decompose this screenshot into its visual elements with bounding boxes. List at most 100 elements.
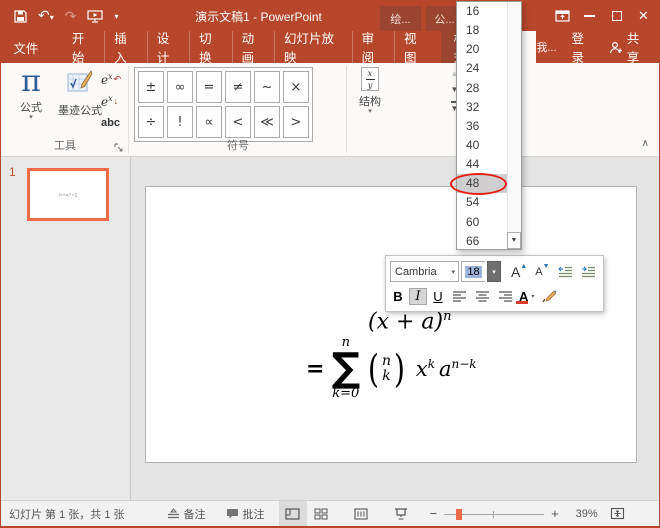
ink-equation-button[interactable]: 墨迹公式 (57, 67, 103, 118)
symbol-greater-than[interactable]: > (283, 106, 309, 138)
tab-animations[interactable]: 动画 (233, 31, 275, 63)
font-size-option[interactable]: 24 (457, 59, 507, 78)
decrease-indent-button[interactable] (555, 261, 576, 282)
symbol-proportional[interactable]: ∝ (196, 106, 222, 138)
close-icon[interactable]: ✕ (630, 1, 657, 31)
symbol-much-less[interactable]: ≪ (254, 106, 280, 138)
font-color-bar (516, 301, 528, 304)
window-controls: ✕ (549, 1, 657, 31)
tab-transitions[interactable]: 切换 (190, 31, 232, 63)
tell-me-box[interactable]: 我... (536, 39, 556, 55)
font-size-option[interactable]: 40 (457, 136, 507, 155)
structures-button[interactable]: x y 结构 ▾ (351, 67, 389, 115)
bold-button[interactable]: B (390, 289, 406, 304)
tab-review[interactable]: 审阅 (353, 31, 395, 63)
term-x: xk (416, 357, 435, 381)
fit-to-window-button[interactable] (604, 501, 632, 526)
chevron-down-icon: ▾ (7, 115, 55, 121)
slide-info: 幻灯片 第 1 张，共 1 张 (9, 506, 125, 522)
slide-sorter-icon (314, 508, 328, 520)
format-painter-button[interactable] (538, 286, 561, 307)
font-color-button[interactable]: A ▾ (519, 291, 534, 302)
dropdown-scrollbar[interactable]: ▼ (507, 2, 521, 249)
font-size-dropdown-button[interactable]: ▾ (487, 261, 501, 282)
share-button[interactable]: 共享 (609, 28, 647, 66)
tab-insert[interactable]: 插入 (105, 31, 147, 63)
sign-in-button[interactable]: 登录 (572, 28, 594, 66)
font-size-option[interactable]: 66 (457, 232, 507, 251)
scroll-down-icon[interactable]: ▼ (507, 232, 521, 249)
undo-button[interactable]: ↶▾ (38, 7, 54, 25)
align-right-button[interactable] (496, 286, 515, 307)
symbol-factorial[interactable]: ! (167, 106, 193, 138)
ribbon-display-options-icon[interactable] (549, 1, 576, 31)
slide-thumbnail[interactable]: (x+a)ⁿ=∑ (27, 168, 109, 221)
align-center-icon (476, 291, 489, 302)
equation-button[interactable]: π 公式 ▾ (7, 67, 55, 121)
tab-home[interactable]: 开始 (63, 31, 105, 63)
symbol-plus-minus[interactable]: ± (138, 71, 164, 103)
symbol-multiply[interactable]: × (283, 71, 309, 103)
notes-button[interactable]: 备注 (167, 506, 206, 522)
font-size-option[interactable]: 16 (457, 2, 507, 21)
professional-button[interactable]: ex ↶ (101, 68, 125, 90)
comments-button[interactable]: 批注 (226, 506, 265, 522)
font-size-option[interactable]: 36 (457, 117, 507, 136)
equation-object[interactable]: (x + a)n = n ∑ k=0 ( nk ) xk (306, 309, 477, 401)
font-size-option[interactable]: 32 (457, 98, 507, 117)
slide-thumbnail-panel: 1 (x+a)ⁿ=∑ (1, 157, 131, 501)
slideshow-view-button[interactable] (387, 501, 415, 526)
symbol-equal[interactable]: = (196, 71, 222, 103)
fit-to-window-icon (610, 507, 625, 520)
maximize-icon[interactable] (603, 1, 630, 31)
symbol-less-than[interactable]: < (225, 106, 251, 138)
ribbon-group-tools: π 公式 ▾ 墨迹公式 ex ↶ ex ↓ ab (1, 63, 129, 156)
font-size-input[interactable]: 18 (461, 261, 485, 282)
tab-slideshow[interactable]: 幻灯片放映 (275, 31, 353, 63)
comments-icon (226, 508, 239, 520)
tab-view[interactable]: 视图 (395, 31, 436, 63)
linear-button[interactable]: ex ↓ (101, 90, 125, 112)
align-center-button[interactable] (473, 286, 492, 307)
zoom-out-icon[interactable]: − (425, 506, 443, 521)
font-size-option[interactable]: 18 (457, 21, 507, 40)
save-icon[interactable] (14, 10, 27, 23)
font-size-option[interactable]: 54 (457, 193, 507, 212)
ribbon-tab-bar: 文件 开始 插入 设计 切换 动画 幻灯片放映 审阅 视图 格式 设计 我...… (1, 31, 659, 63)
collapse-ribbon-icon[interactable]: ∧ (642, 140, 649, 148)
symbol-divide[interactable]: ÷ (138, 106, 164, 138)
slide-sorter-button[interactable] (307, 501, 335, 526)
font-name-combo[interactable]: Cambria ▾ (390, 261, 459, 282)
normal-view-button[interactable] (279, 501, 307, 526)
grow-font-button[interactable]: A▲ (508, 261, 530, 282)
minimize-icon[interactable] (576, 1, 603, 31)
symbol-tilde[interactable]: ~ (254, 71, 280, 103)
increase-indent-button[interactable] (578, 261, 599, 282)
font-size-value: 18 (465, 266, 481, 278)
normal-text-button[interactable]: abc (101, 112, 125, 134)
font-size-option-highlighted[interactable]: 48 (457, 174, 507, 193)
underline-button[interactable]: U (430, 289, 446, 304)
tab-design[interactable]: 设计 (148, 31, 190, 63)
slide-canvas[interactable]: (x + a)n = n ∑ k=0 ( nk ) xk (145, 186, 637, 463)
start-slideshow-icon[interactable] (87, 10, 103, 23)
dialog-launcher-icon[interactable] (114, 143, 123, 152)
zoom-level[interactable]: 39% (564, 508, 598, 520)
redo-icon[interactable]: ↷ (65, 9, 77, 23)
symbol-infinity[interactable]: ∞ (167, 71, 193, 103)
symbol-not-equal[interactable]: ≠ (225, 71, 251, 103)
align-left-button[interactable] (450, 286, 469, 307)
shrink-font-button[interactable]: A▼ (532, 261, 552, 282)
font-size-option[interactable]: 20 (457, 40, 507, 59)
zoom-slider-thumb[interactable] (456, 509, 462, 520)
zoom-slider[interactable] (444, 508, 544, 520)
qat-customize-icon[interactable]: ▾ (114, 12, 118, 21)
font-size-option[interactable]: 28 (457, 79, 507, 98)
tab-file[interactable]: 文件 (1, 31, 51, 63)
font-size-option[interactable]: 60 (457, 213, 507, 232)
font-size-option[interactable]: 44 (457, 155, 507, 174)
zoom-in-icon[interactable]: + (546, 506, 564, 521)
reading-view-button[interactable] (347, 501, 375, 526)
equation-line2: = n ∑ k=0 ( nk ) xk an−k (306, 336, 477, 401)
italic-button-active[interactable]: I (410, 289, 426, 304)
